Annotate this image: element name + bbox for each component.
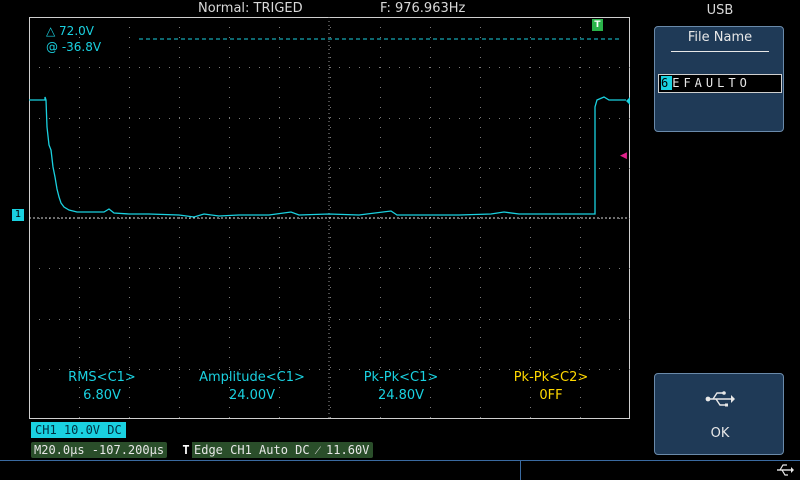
- measurement-value: 24.00V: [228, 388, 276, 403]
- text-cursor: 6: [661, 76, 673, 90]
- panel-title: USB: [706, 3, 734, 18]
- measurement-label: Pk-Pk<C2>: [513, 370, 589, 385]
- ch1-ground-marker[interactable]: 1: [12, 209, 24, 221]
- measurement-value: 24.80V: [377, 388, 425, 403]
- trigger-settings-badge[interactable]: T Edge CH1 Auto DC ⁄ 11.60V: [180, 442, 374, 458]
- file-name-value: EFAULTO: [672, 76, 751, 90]
- measurement-value: 0FF: [539, 388, 563, 403]
- file-name-button[interactable]: File Name 6EFAULTO: [654, 26, 784, 132]
- usb-status-icon: [777, 464, 794, 476]
- measurement-label: RMS<C1>: [68, 370, 136, 385]
- trigger-status: Normal: TRIGED: [198, 1, 303, 16]
- cursor-position-readout: @ -36.8V: [46, 40, 102, 54]
- ch1-settings-badge[interactable]: CH1 10.0V DC: [31, 422, 126, 438]
- measurement-label: Pk-Pk<C1>: [363, 370, 439, 385]
- trigger-icon: T: [180, 442, 192, 458]
- file-name-label: File Name: [687, 30, 753, 45]
- ch1-waveform: [29, 96, 626, 218]
- usb-icon: [705, 391, 735, 407]
- trigger-level-arrow[interactable]: ◀: [620, 151, 627, 161]
- trigger-settings-text: Edge CH1 Auto DC ⁄ 11.60V: [194, 443, 370, 457]
- ok-label: OK: [710, 426, 730, 441]
- measurement-value: 6.80V: [83, 388, 121, 403]
- frequency-readout: F: 976.963Hz: [380, 1, 466, 16]
- measurement-label: Amplitude<C1>: [199, 370, 305, 385]
- timebase-badge[interactable]: M20.0μs -107.200μs: [31, 442, 168, 458]
- trigger-position-marker[interactable]: T: [592, 19, 603, 31]
- cursor-delta-readout: △ 72.0V: [46, 24, 94, 38]
- graticule: [29, 17, 630, 419]
- status-bar-separator: [520, 461, 521, 480]
- ok-button[interactable]: OK: [654, 373, 784, 455]
- file-name-underline: [671, 51, 769, 52]
- file-name-field[interactable]: 6EFAULTO: [658, 74, 782, 93]
- status-bar-divider: [0, 460, 800, 461]
